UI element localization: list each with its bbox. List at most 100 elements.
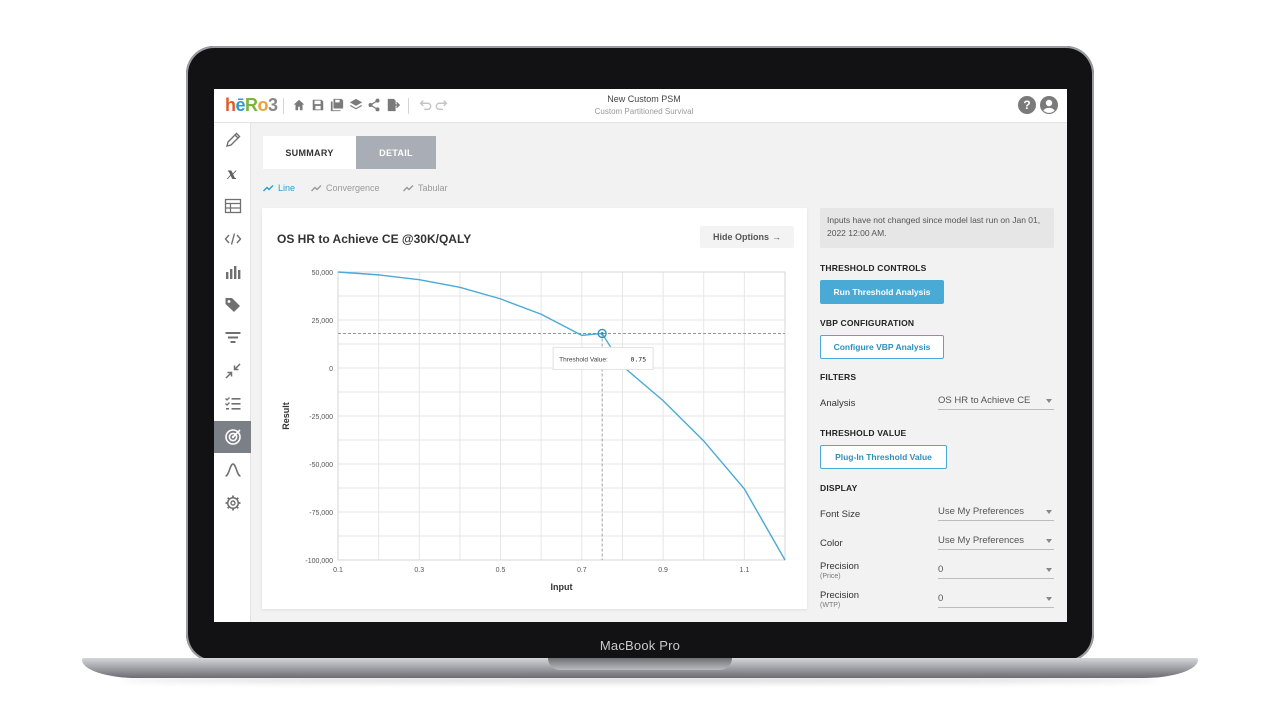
color-label: Color — [820, 538, 843, 549]
toolbar-divider — [283, 98, 284, 114]
sidebar-item-settings[interactable] — [214, 487, 251, 519]
undo-icon[interactable] — [418, 98, 432, 112]
help-icon[interactable]: ? — [1018, 96, 1036, 114]
bar-chart-icon — [225, 266, 240, 279]
y-tick-label: -50,000 — [309, 462, 333, 469]
save-icon[interactable] — [311, 98, 325, 112]
x-tick-label: 0.3 — [414, 567, 424, 574]
analysis-select[interactable]: OS HR to Achieve CE — [938, 394, 1054, 410]
title-block: New Custom PSM Custom Partitioned Surviv… — [514, 94, 774, 116]
precision-wtp-label: Precision — [820, 590, 860, 601]
sidebar-item-compress[interactable] — [214, 355, 251, 387]
x-tick-label: 0.7 — [577, 567, 587, 574]
chart-title: OS HR to Achieve CE @30K/QALY — [277, 232, 472, 246]
target-icon — [224, 429, 241, 445]
run-threshold-analysis-button[interactable]: Run Threshold Analysis — [820, 280, 944, 304]
share-icon[interactable] — [367, 98, 381, 112]
app-logo[interactable]: hēRo3 — [225, 95, 278, 116]
y-tick-label: -25,000 — [309, 414, 333, 421]
y-tick-label: -100,000 — [305, 558, 333, 565]
precision-wtp-sublabel: (WTP) — [820, 602, 841, 609]
sidebar-item-distributions[interactable] — [214, 454, 251, 486]
x-tick-label: 0.9 — [658, 567, 668, 574]
sidebar-item-tags[interactable] — [214, 289, 251, 321]
x-tick-label: 0.5 — [496, 567, 506, 574]
save-as-icon[interactable] — [330, 98, 344, 112]
arrow-right-icon: → — [772, 232, 781, 242]
threshold-tooltip-value: 0.75 — [630, 355, 646, 363]
filter-icon — [225, 332, 240, 343]
model-subtitle: Custom Partitioned Survival — [594, 107, 694, 116]
home-icon[interactable] — [292, 98, 306, 112]
chart-card: OS HR to Achieve CE @30K/QALY Hide Optio… — [262, 208, 807, 609]
subtab-line[interactable]: Line — [263, 183, 295, 193]
svg-text:x: x — [226, 164, 237, 182]
precision-price-sublabel: (Price) — [820, 573, 841, 580]
checklist-icon — [224, 397, 240, 410]
y-axis-label: Result — [281, 402, 291, 430]
device-label: MacBook Pro — [599, 638, 681, 653]
threshold-value-heading: THRESHOLD VALUE — [820, 428, 907, 438]
caret-down-icon — [1046, 510, 1052, 514]
sidebar-item-checklist[interactable] — [214, 388, 251, 420]
user-icon[interactable] — [1040, 96, 1058, 114]
font-size-label: Font Size — [820, 509, 861, 520]
curve-icon — [224, 463, 241, 477]
configure-vbp-analysis-button[interactable]: Configure VBP Analysis — [820, 335, 944, 359]
y-tick-label: 0 — [329, 366, 333, 373]
tags-icon — [225, 298, 240, 312]
filters-heading: FILTERS — [820, 372, 857, 382]
redo-icon[interactable] — [435, 98, 449, 112]
font-size-select[interactable]: Use My Preferences — [938, 505, 1054, 521]
sidebar-item-variables[interactable]: x — [214, 157, 251, 189]
vbp-configuration-heading: VBP CONFIGURATION — [820, 318, 915, 328]
color-select[interactable]: Use My Preferences — [938, 534, 1054, 550]
threshold-marker-center — [600, 332, 604, 335]
threshold-controls-heading: THRESHOLD CONTROLS — [820, 263, 927, 273]
caret-down-icon — [1046, 597, 1052, 601]
y-tick-label: -75,000 — [309, 510, 333, 517]
plug-in-threshold-value-button[interactable]: Plug-In Threshold Value — [820, 445, 947, 469]
caret-down-icon — [1046, 399, 1052, 403]
laptop-notch — [548, 658, 732, 670]
sidebar: x — [214, 123, 251, 622]
sidebar-item-code[interactable] — [214, 223, 251, 255]
trend-icon — [263, 185, 274, 192]
tab-detail[interactable]: DETAIL — [356, 136, 436, 169]
y-tick-label: 50,000 — [312, 270, 334, 277]
sidebar-item-results[interactable] — [214, 256, 251, 288]
pencil-icon — [225, 132, 240, 147]
export-icon[interactable] — [386, 98, 401, 112]
hide-options-button[interactable]: Hide Options → — [700, 226, 794, 248]
toolbar-divider — [408, 98, 409, 114]
trend-icon — [403, 185, 414, 192]
analysis-label: Analysis — [820, 398, 856, 409]
sidebar-item-edit[interactable] — [214, 124, 251, 156]
precision-price-select[interactable]: 0 — [938, 563, 1054, 579]
caret-down-icon — [1046, 568, 1052, 572]
tab-summary[interactable]: SUMMARY — [263, 136, 356, 169]
subtab-tabular[interactable]: Tabular — [403, 183, 448, 193]
x-axis-label: Input — [551, 582, 573, 592]
threshold-line-chart: 50,000 25,000 0 -25,000 -50,000 -75,000 -100,0… — [281, 270, 786, 592]
precision-wtp-select[interactable]: 0 — [938, 592, 1054, 608]
sidebar-item-tables[interactable] — [214, 190, 251, 222]
compress-icon — [224, 363, 241, 379]
options-panel: Inputs have not changed since model last… — [820, 208, 1054, 618]
table-icon — [224, 198, 241, 214]
precision-price-label: Precision — [820, 561, 860, 572]
threshold-tooltip-label: Threshold Value: — [559, 356, 608, 363]
display-heading: DISPLAY — [820, 483, 858, 493]
y-tick-label: 25,000 — [312, 318, 334, 325]
x-tick-label: 1.1 — [739, 567, 749, 574]
gear-icon — [225, 495, 240, 511]
subtab-convergence[interactable]: Convergence — [311, 183, 380, 193]
app-screen: hēRo3 New Custom PSM Custom Partitioned … — [214, 89, 1067, 622]
model-title: New Custom PSM — [607, 94, 681, 104]
layers-icon[interactable] — [349, 98, 363, 112]
sidebar-item-threshold[interactable] — [214, 421, 251, 453]
trend-icon — [311, 185, 322, 192]
caret-down-icon — [1046, 539, 1052, 543]
sidebar-item-filter[interactable] — [214, 322, 251, 354]
x-tick-label: 0.1 — [333, 567, 343, 574]
